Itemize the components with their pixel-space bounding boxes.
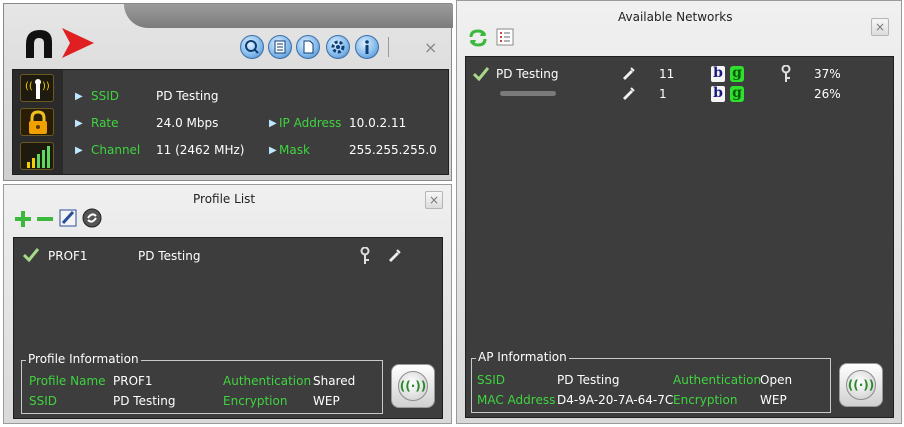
network-signal: 37% [814, 67, 841, 81]
ap-ssid-value: PD Testing [557, 373, 620, 387]
add-profile-icon[interactable] [13, 209, 33, 229]
network-signal: 26% [814, 87, 841, 101]
document-icon [303, 40, 314, 54]
bullet-arrow-icon: ▶ [75, 91, 83, 102]
status-panel: × (()) ▶ SSID PD Testing ▶ Rate 24.0 Mbp… [3, 3, 453, 181]
profile-information-legend: Profile Information [26, 352, 141, 366]
hidden-ssid-blur [500, 91, 556, 96]
connect-network-button[interactable]: ((·)) [839, 363, 883, 407]
authentication-value: Shared [313, 374, 356, 388]
list-button[interactable] [268, 35, 292, 59]
ap-encryption-label: Encryption [673, 393, 738, 407]
window-tab-strip [124, 4, 453, 28]
profile-name-label: Profile Name [29, 374, 106, 388]
ap-encryption-value: WEP [760, 393, 787, 407]
antenna-icon: (()) [25, 79, 50, 99]
bullet-arrow-icon: ▶ [75, 145, 83, 156]
list-item[interactable]: PROF1 PD Testing [14, 246, 442, 266]
available-networks-area: PD Testing 11 b g 37% 1 b g 26% AP Infor… [465, 56, 894, 418]
mask-value: 255.255.255.0 [349, 143, 437, 157]
wireless-status-cell: (()) [20, 74, 54, 102]
security-status-cell [20, 108, 54, 136]
wireless-signal-icon: ((·)) [846, 370, 876, 400]
key-icon [781, 65, 791, 82]
profile-list-area: PROF1 PD Testing Profile Information Pro… [13, 237, 443, 419]
settings-icon [331, 40, 345, 54]
profile-name-value: PROF1 [113, 374, 153, 388]
mac-address-value: D4-9A-20-7A-64-7C [557, 393, 674, 407]
info-icon [365, 40, 369, 54]
brand-logo [26, 28, 94, 58]
connection-status-area: (()) ▶ SSID PD Testing ▶ Rate 24.0 Mbps … [12, 69, 449, 175]
bullet-arrow-icon: ▶ [269, 145, 277, 156]
infrastructure-icon [389, 249, 401, 262]
profile-ssid-value: PD Testing [113, 394, 176, 408]
profile-list-title: Profile List [193, 192, 256, 206]
wireless-signal-icon: ((·)) [398, 371, 428, 401]
ap-information-legend: AP Information [476, 350, 569, 364]
802-11b-badge: b [711, 66, 725, 82]
settings-button[interactable] [326, 35, 350, 59]
available-networks-title: Available Networks [618, 10, 733, 24]
svg-text:((: (( [25, 81, 33, 92]
ip-address-label: IP Address [279, 116, 342, 130]
infrastructure-icon [623, 67, 635, 80]
toolbar-separator [388, 37, 389, 57]
network-channel: 11 [659, 67, 675, 81]
channel-value: 11 (2462 MHz) [156, 143, 245, 157]
ip-address-value: 10.0.2.11 [349, 116, 407, 130]
network-channel: 1 [659, 87, 667, 101]
document-button[interactable] [296, 35, 320, 59]
table-row[interactable]: 1 b g 26% [466, 85, 893, 103]
close-profile-list-button[interactable]: × [425, 191, 443, 209]
bullet-arrow-icon: ▶ [75, 118, 83, 129]
edit-profile-icon[interactable] [57, 207, 79, 229]
profile-name: PROF1 [48, 249, 88, 263]
info-button[interactable] [355, 35, 379, 59]
channel-label: Channel [91, 143, 141, 157]
rate-label: Rate [91, 116, 119, 130]
connect-profile-button[interactable]: ((·)) [391, 364, 435, 408]
ssid-value: PD Testing [156, 89, 219, 103]
signal-strength-cell [20, 142, 54, 170]
bullet-arrow-icon: ▶ [269, 118, 277, 129]
svg-text:)): )) [42, 81, 50, 92]
ap-ssid-label: SSID [477, 373, 506, 387]
802-11b-badge: b [711, 86, 725, 102]
encryption-label: Encryption [223, 394, 288, 408]
status-icon-column: (()) [13, 70, 63, 174]
activate-profile-icon[interactable] [81, 207, 103, 229]
authentication-label: Authentication [223, 374, 312, 388]
network-ssid: PD Testing [496, 67, 559, 81]
checkmark-icon [23, 248, 39, 262]
infrastructure-icon [623, 87, 635, 100]
profile-ssid-label: SSID [29, 394, 58, 408]
padlock-icon [29, 110, 47, 134]
close-networks-button[interactable]: × [871, 18, 889, 36]
search-icon [245, 40, 259, 54]
rate-value: 24.0 Mbps [156, 116, 219, 130]
ap-authentication-label: Authentication [673, 373, 762, 387]
key-icon [360, 247, 370, 264]
mac-address-label: MAC Address [477, 393, 556, 407]
refresh-icon[interactable] [467, 27, 489, 49]
encryption-value: WEP [313, 394, 340, 408]
ap-information-box: AP Information SSID PD Testing MAC Addre… [471, 350, 831, 413]
profile-information-box: Profile Information Profile Name PROF1 S… [21, 352, 383, 414]
ap-authentication-value: Open [760, 373, 793, 387]
list-icon [274, 40, 286, 54]
profile-ssid: PD Testing [138, 249, 201, 263]
remove-profile-icon[interactable] [35, 209, 55, 229]
802-11g-badge: g [730, 66, 744, 82]
search-button[interactable] [240, 35, 264, 59]
ssid-label: SSID [91, 89, 120, 103]
mask-label: Mask [279, 143, 310, 157]
signal-bars-icon [27, 146, 50, 168]
network-list-icon[interactable] [495, 27, 515, 47]
checkmark-icon [473, 67, 489, 81]
close-status-button[interactable]: × [424, 38, 437, 57]
802-11g-badge: g [730, 86, 744, 102]
table-row[interactable]: PD Testing 11 b g 37% [466, 65, 893, 83]
